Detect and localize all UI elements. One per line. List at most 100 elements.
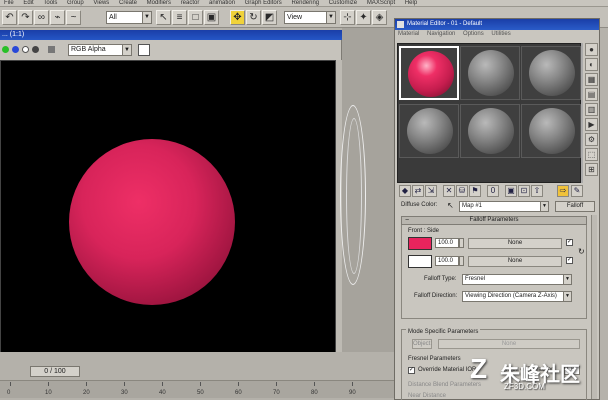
map-type-button[interactable]: Falloff — [555, 201, 595, 212]
front-amount-input[interactable]: 100.0 — [435, 238, 459, 248]
select-by-material-icon[interactable]: ⬚ — [585, 148, 598, 161]
material-id-channel-icon[interactable]: 0 — [487, 185, 499, 197]
watermark-logo-icon: Z — [470, 353, 488, 384]
menu-group[interactable]: Group — [67, 0, 84, 6]
backlight-icon[interactable]: ◐ — [585, 58, 598, 71]
sample-sphere — [468, 108, 514, 154]
time-slider[interactable]: 0 / 100 — [30, 366, 80, 377]
show-map-in-viewport-icon[interactable]: ▣ — [505, 185, 517, 197]
front-color-swatch[interactable] — [408, 237, 432, 250]
select-rotate-icon[interactable]: ↻ — [246, 10, 261, 25]
show-end-result-icon[interactable]: ⊡ — [518, 185, 530, 197]
pivot-center-icon[interactable]: ⊹ — [340, 10, 355, 25]
blue-channel-icon[interactable] — [12, 46, 19, 53]
sample-sphere — [468, 50, 514, 96]
display-channel-select[interactable]: RGB Alpha ▼ — [68, 44, 132, 56]
override-ior-checkbox[interactable]: ✓ — [408, 367, 415, 374]
slot-scrollbar[interactable] — [581, 43, 583, 183]
options-icon[interactable]: ⚙ — [585, 133, 598, 146]
make-unique-icon[interactable]: ⛁ — [456, 185, 468, 197]
sample-slot-1[interactable] — [399, 46, 459, 100]
link-icon[interactable]: ∞ — [34, 10, 49, 25]
side-color-swatch[interactable] — [408, 255, 432, 268]
menu-animation[interactable]: animation — [209, 0, 235, 6]
material-map-navigator-icon[interactable]: ⊞ — [585, 163, 598, 176]
side-amount-input[interactable]: 100.0 — [435, 256, 459, 266]
assign-to-selection-icon[interactable]: ⇲ — [425, 185, 437, 197]
pixel-color-swatch[interactable] — [138, 44, 150, 56]
background-icon[interactable]: ▦ — [585, 73, 598, 86]
map-name-select[interactable]: Map #1 ▼ — [459, 201, 549, 212]
menu-views[interactable]: Views — [93, 0, 109, 6]
menu-options[interactable]: Options — [463, 31, 484, 37]
front-map-button[interactable]: None — [468, 238, 562, 249]
spinner-arrows-icon[interactable] — [459, 238, 464, 248]
select-move-icon[interactable]: ✥ — [230, 10, 245, 25]
menu-utilities[interactable]: Utilities — [491, 31, 510, 37]
select-object-icon[interactable]: ↖ — [156, 10, 171, 25]
swap-colors-icon[interactable]: ↻ — [578, 247, 586, 265]
get-material-icon[interactable]: ◆ — [399, 185, 411, 197]
go-forward-to-sibling-icon[interactable]: ⇨ — [557, 185, 569, 197]
pick-material-icon[interactable]: ✎ — [571, 185, 583, 197]
falloff-direction-select[interactable]: Viewing Direction (Camera Z-Axis) ▼ — [462, 291, 572, 302]
redo-icon[interactable]: ↷ — [18, 10, 33, 25]
menu-rendering[interactable]: Rendering — [291, 0, 319, 6]
sample-type-icon[interactable]: ● — [585, 43, 598, 56]
front-map-checkbox[interactable]: ✓ — [566, 239, 573, 246]
alpha-channel-icon[interactable] — [32, 46, 39, 53]
falloff-type-select[interactable]: Fresnel ▼ — [462, 274, 572, 285]
make-preview-icon[interactable]: ▶ — [585, 118, 598, 131]
menu-material[interactable]: Material — [398, 31, 419, 37]
sample-slot-2[interactable] — [460, 46, 520, 100]
select-scale-icon[interactable]: ◩ — [262, 10, 277, 25]
material-side-toolbar: ● ◐ ▦ ▤ ▥ ▶ ⚙ ⬚ ⊞ — [585, 43, 599, 193]
clear-icon[interactable] — [48, 46, 55, 53]
ref-coord-select[interactable]: View ▼ — [284, 11, 336, 24]
select-by-name-icon[interactable]: ≡ — [172, 10, 187, 25]
uv-tiling-icon[interactable]: ▤ — [585, 88, 598, 101]
sample-slot-6[interactable] — [521, 104, 581, 158]
menu-graph-editors[interactable]: Graph Editors — [245, 0, 282, 6]
rect-selection-icon[interactable]: □ — [188, 10, 203, 25]
menu-file[interactable]: File — [4, 0, 14, 6]
menu-edit[interactable]: Edit — [23, 0, 33, 6]
spinner-arrows-icon[interactable] — [459, 256, 464, 266]
chevron-down-icon: ▼ — [563, 275, 571, 284]
side-map-checkbox[interactable]: ✓ — [566, 257, 573, 264]
menu-create[interactable]: Create — [119, 0, 137, 6]
sample-slot-5[interactable] — [460, 104, 520, 158]
video-color-check-icon[interactable]: ▥ — [585, 103, 598, 116]
undo-icon[interactable]: ↶ — [2, 10, 17, 25]
select-manipulate-icon[interactable]: ✦ — [356, 10, 371, 25]
go-to-parent-icon[interactable]: ⇧ — [531, 185, 543, 197]
menu-customize[interactable]: Customize — [329, 0, 357, 6]
falloff-parameters-rollout[interactable]: − Falloff Parameters — [401, 216, 587, 225]
material-bottom-toolbar: ◆ ⇄ ⇲ ✕ ⛁ ⚑ 0 ▣ ⊡ ⇧ ⇨ ✎ — [397, 185, 597, 198]
sample-slot-4[interactable] — [399, 104, 459, 158]
bind-spacewarp-icon[interactable]: ~ — [66, 10, 81, 25]
menu-maxscript[interactable]: MAXScript — [367, 0, 395, 6]
put-to-scene-icon[interactable]: ⇄ — [412, 185, 424, 197]
unlink-icon[interactable]: ⌁ — [50, 10, 65, 25]
menu-modifiers[interactable]: Modifiers — [147, 0, 171, 6]
side-map-button[interactable]: None — [468, 256, 562, 267]
menu-navigation[interactable]: Navigation — [427, 31, 455, 37]
pick-map-icon[interactable]: ↖ — [447, 201, 454, 210]
time-track[interactable]: 0 10 20 30 40 50 60 70 80 90 — [0, 380, 394, 398]
put-to-library-icon[interactable]: ⚑ — [469, 185, 481, 197]
snap-toggle-icon[interactable]: ◈ — [372, 10, 387, 25]
sample-slot-3[interactable] — [521, 46, 581, 100]
selection-filter-select[interactable]: All ▼ — [106, 11, 152, 24]
menu-tools[interactable]: Tools — [43, 0, 57, 6]
object-pick-button[interactable]: None — [438, 339, 580, 349]
falloff-parameters-panel: Front : Side 100.0 None ✓ 100.0 None ✓ ↻… — [401, 225, 587, 319]
menu-reactor[interactable]: reactor — [181, 0, 200, 6]
wireframe-sphere-inner — [346, 118, 362, 274]
reset-map-icon[interactable]: ✕ — [443, 185, 455, 197]
green-channel-icon[interactable] — [2, 46, 9, 53]
window-crossing-icon[interactable]: ▣ — [204, 10, 219, 25]
menu-help[interactable]: Help — [405, 0, 417, 6]
timeline-tick — [200, 382, 201, 386]
mono-channel-icon[interactable] — [22, 46, 29, 53]
